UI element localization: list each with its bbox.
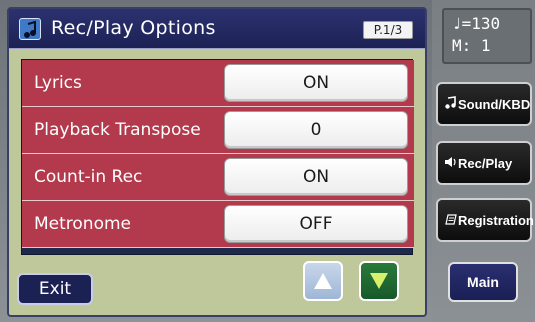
music-note-icon <box>19 18 41 40</box>
page-indicator: P.1/3 <box>363 21 413 39</box>
tempo-measure-display: ♩=130 M: 1 <box>442 8 532 64</box>
scroll-up-button[interactable] <box>303 261 343 301</box>
registration-icon <box>444 212 458 229</box>
registration-label: Registration <box>458 213 534 228</box>
sound-kbd-button[interactable]: Sound/KBD <box>436 82 532 126</box>
lyrics-value-button[interactable]: ON <box>224 64 408 102</box>
sound-kbd-label: Sound/KBD <box>458 97 531 112</box>
option-row-metronome: Metronome OFF <box>22 201 414 248</box>
tempo-readout: ♩=130 <box>452 14 501 33</box>
page-title: Rec/Play Options <box>51 17 216 39</box>
triangle-up-icon <box>314 273 332 289</box>
count-in-rec-value-button[interactable]: ON <box>224 158 408 196</box>
metronome-value-button[interactable]: OFF <box>224 205 408 243</box>
main-button[interactable]: Main <box>448 262 518 302</box>
option-label: Lyrics <box>22 60 218 107</box>
registration-button[interactable]: Registration <box>436 198 534 242</box>
options-screen: Rec/Play Options P.1/3 Lyrics ON Playbac… <box>7 7 427 317</box>
screen-frame: Rec/Play Options P.1/3 Lyrics ON Playbac… <box>0 0 432 322</box>
scroll-down-button[interactable] <box>359 261 399 301</box>
title-bar: Rec/Play Options P.1/3 <box>9 9 425 49</box>
rec-play-button[interactable]: Rec/Play <box>436 141 532 185</box>
option-row-playback-transpose: Playback Transpose 0 <box>22 107 414 154</box>
option-label: Metronome <box>22 201 218 248</box>
option-row-lyrics: Lyrics ON <box>22 60 414 107</box>
options-list: Lyrics ON Playback Transpose 0 Count-in … <box>21 59 414 255</box>
playback-transpose-value-button[interactable]: 0 <box>224 111 408 149</box>
speaker-icon <box>444 155 458 172</box>
rec-play-label: Rec/Play <box>458 156 513 171</box>
music-note-icon <box>444 96 458 113</box>
option-row-count-in-rec: Count-in Rec ON <box>22 154 414 201</box>
triangle-down-icon <box>370 273 388 289</box>
option-label: Count-in Rec <box>22 154 218 201</box>
exit-button[interactable]: Exit <box>17 273 93 305</box>
option-label: Playback Transpose <box>22 107 218 154</box>
right-panel: ♩=130 M: 1 Sound/KBD Rec/Play Registrati… <box>432 0 535 322</box>
measure-readout: M: 1 <box>452 36 491 55</box>
